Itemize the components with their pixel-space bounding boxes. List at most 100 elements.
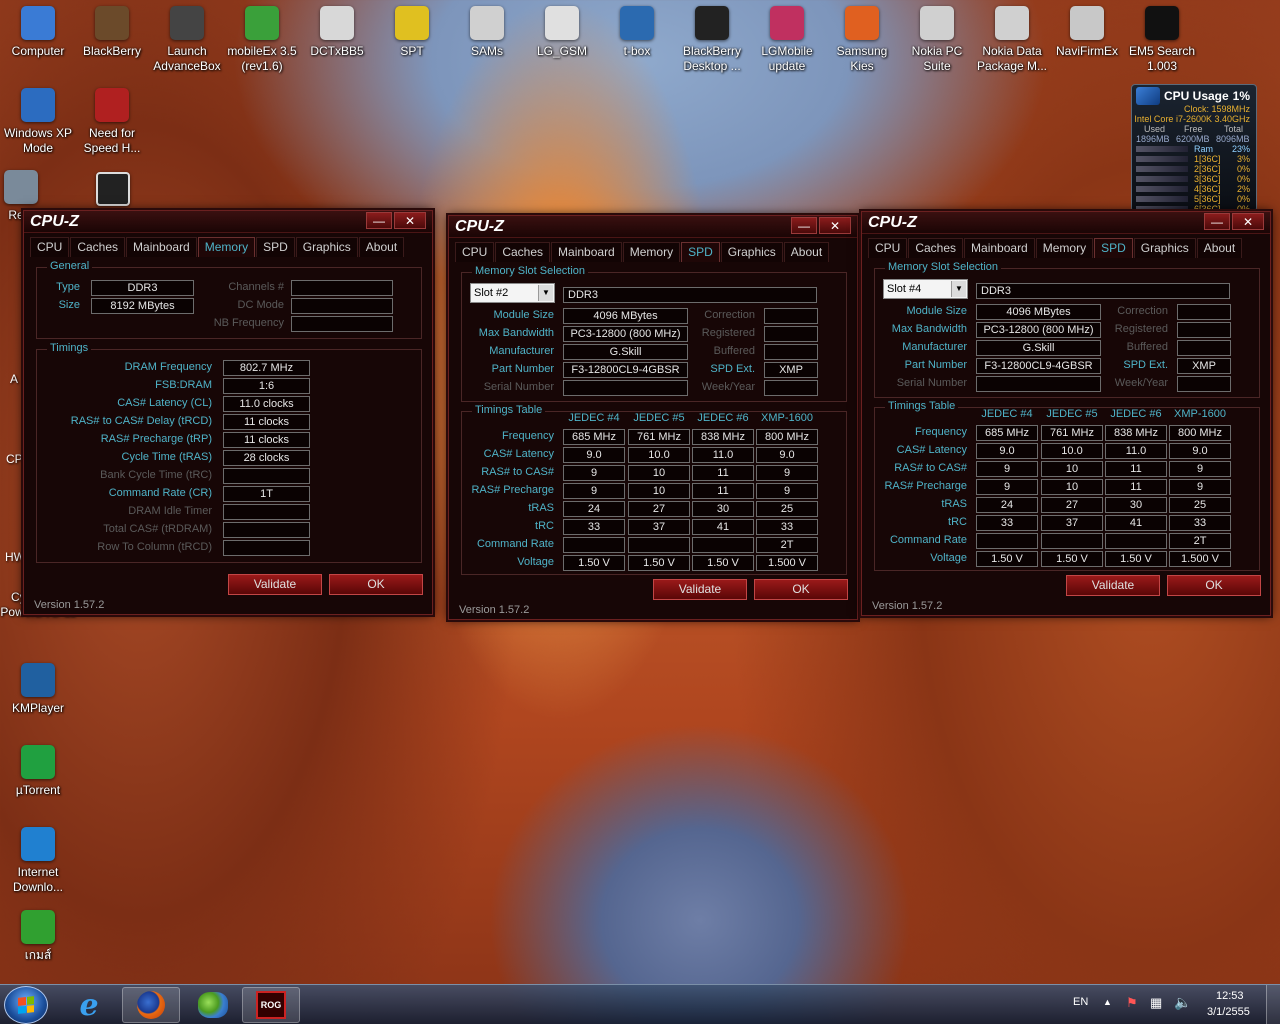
timings-row-label: Frequency	[502, 430, 554, 442]
desktop-icon-label: Computer	[11, 44, 65, 58]
title-bar[interactable]: CPU-Z — ✕	[449, 216, 857, 238]
tab-mainboard[interactable]: Mainboard	[126, 237, 197, 257]
show-hidden-icons-button[interactable]: ▲	[1103, 997, 1112, 1007]
desktop-icon[interactable]: Samsung Kies	[824, 6, 900, 74]
minimize-button[interactable]: —	[791, 217, 817, 234]
timings-cell: 1.500 V	[1169, 551, 1231, 567]
desktop-icon[interactable]: EM5 Search 1.003	[1124, 6, 1200, 74]
desktop-icon[interactable]: LGMobile update	[749, 6, 825, 74]
timings-row-label: RAS# to CAS#	[481, 466, 554, 478]
tab-cpu[interactable]: CPU	[868, 238, 908, 258]
tab-mainboard[interactable]: Mainboard	[964, 238, 1035, 258]
timings-cell: 33	[976, 515, 1038, 531]
tab-memory[interactable]: Memory	[622, 242, 681, 262]
language-indicator[interactable]: EN	[1073, 996, 1088, 1008]
desktop-icon-label: Launch AdvanceBox	[153, 44, 221, 73]
tab-graphics[interactable]: Graphics	[295, 237, 358, 257]
taskbar-cpuz-button[interactable]: ROG	[242, 987, 300, 1023]
timing-value	[223, 468, 310, 484]
close-button[interactable]: ✕	[394, 212, 426, 229]
desktop-icon-label: เกมส์	[24, 948, 52, 962]
cpu-usage-gadget[interactable]: CPU Usage 1% Clock: 1598MHz Intel Core i…	[1131, 84, 1257, 212]
timings-row-label: Voltage	[517, 556, 554, 568]
tab-cpu[interactable]: CPU	[455, 242, 495, 262]
taskbar-ie-button[interactable]: e	[60, 987, 118, 1023]
tab-caches[interactable]: Caches	[70, 237, 126, 257]
f3-app-icon[interactable]	[96, 172, 130, 206]
timings-row-label: Voltage	[930, 552, 967, 564]
desktop-icon[interactable]: Nokia Data Package M...	[974, 6, 1050, 74]
tab-graphics[interactable]: Graphics	[720, 242, 783, 262]
timings-cell: 33	[563, 519, 625, 535]
close-button[interactable]: ✕	[1232, 213, 1264, 230]
tab-mainboard[interactable]: Mainboard	[551, 242, 622, 262]
tab-about[interactable]: About	[783, 242, 830, 262]
start-button[interactable]	[4, 986, 48, 1024]
desktop-icon[interactable]: NaviFirmEx	[1049, 6, 1125, 59]
tab-caches[interactable]: Caches	[495, 242, 551, 262]
desktop-icon[interactable]: DCTxBB5	[299, 6, 375, 59]
ok-button[interactable]: OK	[329, 574, 423, 595]
minimize-button[interactable]: —	[1204, 213, 1230, 230]
tab-caches[interactable]: Caches	[908, 238, 964, 258]
desktop-icon[interactable]: Windows XP Mode	[0, 88, 76, 156]
timings-cell: 1.50 V	[976, 551, 1038, 567]
timings-col-header: JEDEC #4	[568, 412, 620, 424]
tab-memory[interactable]: Memory	[1035, 238, 1094, 258]
chevron-down-icon: ▼	[951, 281, 966, 297]
ok-button[interactable]: OK	[754, 579, 848, 600]
desktop-icon[interactable]: BlackBerry	[74, 6, 150, 59]
desktop-icon[interactable]: t-box	[599, 6, 675, 59]
tab-about[interactable]: About	[358, 237, 405, 257]
tab-about[interactable]: About	[1196, 238, 1243, 258]
timings-cell: 761 MHz	[628, 429, 690, 445]
desktop-icon[interactable]: µTorrent	[0, 745, 76, 798]
cpuz-window-spd-slot4[interactable]: CPU-Z — ✕ CPU Caches Mainboard Memory SPD Graphi…	[861, 211, 1271, 616]
desktop-icon[interactable]: Computer	[0, 6, 76, 59]
correction-label: Correction	[1117, 305, 1168, 317]
validate-button[interactable]: Validate	[653, 579, 747, 600]
tab-spd[interactable]: SPD	[681, 242, 720, 262]
desktop-icon[interactable]: BlackBerry Desktop ...	[674, 6, 750, 74]
tab-graphics[interactable]: Graphics	[1133, 238, 1196, 258]
title-bar[interactable]: CPU-Z — ✕	[862, 212, 1270, 234]
desktop-icon[interactable]: mobileEx 3.5 (rev1.6)	[224, 6, 300, 74]
taskbar-firefox-button[interactable]	[122, 987, 180, 1023]
max-bandwidth-value: PC3-12800 (800 MHz)	[563, 326, 688, 342]
timing-label: RAS# to CAS# Delay (tRCD)	[70, 415, 212, 427]
close-button[interactable]: ✕	[819, 217, 851, 234]
clock-time[interactable]: 12:53	[1216, 990, 1244, 1002]
minimize-button[interactable]: —	[366, 212, 392, 229]
desktop-icon[interactable]: Need for Speed H...	[74, 88, 150, 156]
ok-button[interactable]: OK	[1167, 575, 1261, 596]
desktop-icon[interactable]: Launch AdvanceBox	[149, 6, 225, 74]
slot-select[interactable]: Slot #4 ▼	[883, 279, 968, 299]
taskbar-messenger-button[interactable]	[184, 987, 242, 1023]
desktop-icon[interactable]: เกมส์	[0, 910, 76, 963]
memory-slot-title: Memory Slot Selection	[472, 265, 589, 277]
timings-col-header: XMP-1600	[1174, 408, 1226, 420]
cpuz-window-memory[interactable]: CPU-Z — ✕ CPU Caches Mainboard Memory SPD Gra…	[23, 210, 433, 615]
validate-button[interactable]: Validate	[1066, 575, 1160, 596]
desktop-icon[interactable]: LG_GSM	[524, 6, 600, 59]
cpuz-window-spd-slot2[interactable]: CPU-Z — ✕ CPU Caches Mainboard Memory SPD Graphi…	[448, 215, 858, 620]
title-bar[interactable]: CPU-Z — ✕	[24, 211, 432, 233]
clock-date[interactable]: 3/1/2555	[1207, 1006, 1250, 1018]
slot-select[interactable]: Slot #2 ▼	[470, 283, 555, 303]
tab-spd[interactable]: SPD	[256, 237, 295, 257]
network-icon[interactable]: ▦	[1150, 995, 1162, 1011]
desktop-icon[interactable]: Nokia PC Suite	[899, 6, 975, 74]
timings-cell: 9	[1169, 479, 1231, 495]
validate-button[interactable]: Validate	[228, 574, 322, 595]
show-desktop-button[interactable]	[1266, 985, 1280, 1024]
tab-spd[interactable]: SPD	[1094, 238, 1133, 258]
desktop-icon[interactable]: Internet Downlo...	[0, 827, 76, 895]
tab-cpu[interactable]: CPU	[30, 237, 70, 257]
desktop-icon[interactable]: KMPlayer	[0, 663, 76, 716]
volume-icon[interactable]: 🔈	[1174, 994, 1191, 1011]
desktop-icon[interactable]: SPT	[374, 6, 450, 59]
desktop-icon[interactable]: SAMs	[449, 6, 525, 59]
timings-cell: 37	[1041, 515, 1103, 531]
tab-memory[interactable]: Memory	[197, 237, 256, 257]
action-center-icon[interactable]: ⚑	[1126, 995, 1138, 1011]
